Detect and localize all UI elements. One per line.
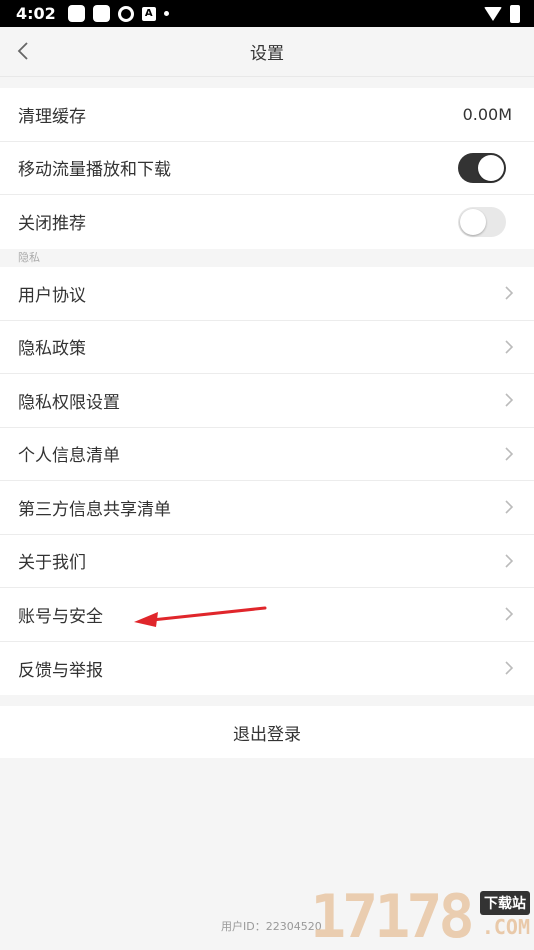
status-bar: 4:02 A (0, 0, 534, 27)
list-item-privacy-policy[interactable]: 隐私政策 (0, 321, 534, 374)
list-item-label: 反馈与举报 (18, 660, 103, 681)
chevron-right-icon (502, 340, 516, 354)
back-button[interactable] (8, 36, 38, 66)
list-item-label: 用户协议 (18, 285, 86, 306)
mobile-data-label: 移动流量播放和下载 (18, 160, 171, 181)
page-title: 设置 (250, 44, 284, 64)
wifi-icon (484, 6, 502, 21)
list-item-feedback-report[interactable]: 反馈与举报 (0, 642, 534, 696)
watermark-logo: 17178 下载站 .COM (310, 885, 534, 950)
list-item-label: 隐私政策 (18, 339, 86, 360)
recommend-toggle[interactable] (458, 206, 506, 237)
list-item-personal-info-list[interactable]: 个人信息清单 (0, 428, 534, 481)
privacy-group: 用户协议 隐私政策 隐私权限设置 个人信息清单 第三方信息共享清单 关于我们 账… (0, 267, 534, 695)
list-item-label: 账号与安全 (18, 606, 103, 627)
status-icons-right (484, 4, 520, 23)
chevron-right-icon (502, 554, 516, 568)
chevron-right-icon (502, 661, 516, 675)
toggle-knob (478, 154, 504, 181)
watermark-domain: .COM (481, 915, 530, 939)
a-icon: A (141, 6, 156, 21)
sync-icon (117, 5, 134, 22)
general-settings-group: 清理缓存 0.00M 移动流量播放和下载 关闭推荐 (0, 88, 534, 249)
mobile-data-row: 移动流量播放和下载 (0, 142, 534, 195)
watermark-tag: 下载站 (480, 891, 530, 915)
mobile-data-toggle[interactable] (458, 152, 506, 183)
nav-bar: 设置 (0, 27, 534, 77)
app-icon (67, 5, 85, 22)
chevron-left-icon (17, 42, 28, 60)
list-item-label: 关于我们 (18, 553, 86, 574)
annotation-arrow-icon (134, 606, 267, 627)
cache-size-value: 0.00M (462, 104, 512, 124)
list-item-permission-settings[interactable]: 隐私权限设置 (0, 374, 534, 428)
logout-button[interactable]: 退出登录 (0, 706, 534, 758)
list-item-third-party-sharing[interactable]: 第三方信息共享清单 (0, 481, 534, 535)
user-id-text: 用户ID：22304520 (221, 920, 322, 933)
list-item-user-agreement[interactable]: 用户协议 (0, 267, 534, 321)
chevron-right-icon (502, 286, 516, 300)
chevron-right-icon (502, 607, 516, 621)
list-item-label: 第三方信息共享清单 (18, 499, 171, 520)
status-icons-left: A (67, 5, 169, 22)
clear-cache-row[interactable]: 清理缓存 0.00M (0, 88, 534, 142)
chevron-right-icon (502, 500, 516, 514)
privacy-section-header: 隐私 (0, 249, 534, 267)
status-time: 4:02 (16, 4, 56, 23)
battery-icon (510, 4, 520, 23)
chevron-right-icon (502, 393, 516, 407)
list-item-label: 个人信息清单 (18, 446, 120, 467)
recommend-row: 关闭推荐 (0, 195, 534, 249)
chevron-right-icon (502, 447, 516, 461)
watermark-digits: 17178 (310, 882, 475, 950)
recommend-label: 关闭推荐 (18, 214, 86, 235)
toggle-knob (460, 208, 486, 235)
list-item-label: 隐私权限设置 (18, 392, 120, 413)
list-item-about-us[interactable]: 关于我们 (0, 535, 534, 588)
dot-icon (163, 11, 169, 16)
clear-cache-label: 清理缓存 (18, 106, 86, 127)
app-icon (92, 5, 110, 22)
